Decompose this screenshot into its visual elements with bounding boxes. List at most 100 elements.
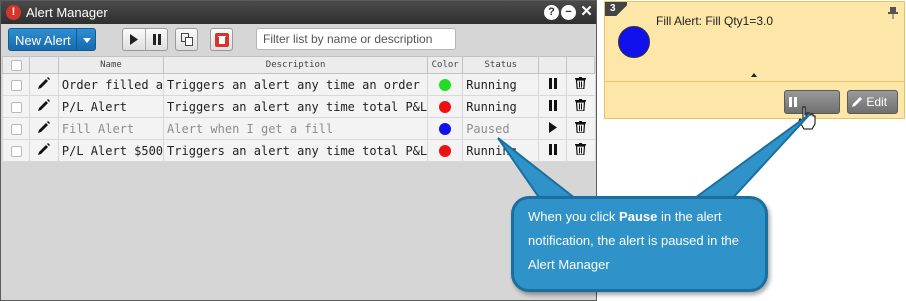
row-checkbox[interactable] <box>10 145 22 157</box>
alert-description: Triggers an alert any time an order <box>163 73 428 96</box>
select-all-header[interactable] <box>2 56 30 74</box>
expand-caret-icon[interactable] <box>751 73 757 77</box>
pause-alert-button[interactable] <box>538 73 567 96</box>
alert-color <box>427 139 463 162</box>
edit-button[interactable] <box>29 95 59 118</box>
close-icon[interactable]: ✕ <box>579 4 594 20</box>
color-dot <box>439 145 452 157</box>
play-icon <box>130 34 138 45</box>
pause-all-button[interactable] <box>145 29 167 50</box>
alert-rows: Order filled a Triggers an alert any time… <box>2 73 595 162</box>
alert-name: P/L Alert $500 <box>57 139 164 162</box>
alert-notification: 3 Fill Alert: Fill Qty1=3.0 Pause Edit <box>604 1 905 131</box>
alert-manager-window: ! Alert Manager ? − ✕ New Alert Filter l… <box>0 0 597 301</box>
new-alert-button[interactable]: New Alert <box>8 28 96 51</box>
table-row[interactable]: Order filled a Triggers an alert any time… <box>2 73 595 96</box>
alert-color <box>427 95 463 118</box>
play-all-button[interactable] <box>123 29 145 50</box>
notification-divider <box>605 81 904 82</box>
color-dot <box>439 123 452 135</box>
trash-icon <box>575 143 587 156</box>
alert-status: Running <box>462 73 539 96</box>
help-icon[interactable]: ? <box>544 5 559 20</box>
edit-button[interactable] <box>29 117 59 140</box>
search-input[interactable] <box>256 28 456 50</box>
empty-list-area <box>2 162 595 300</box>
edit-label: Edit <box>866 95 888 109</box>
pause-icon <box>548 143 558 158</box>
delete-alert-button[interactable] <box>566 95 595 118</box>
column-header-name[interactable]: Name <box>57 56 165 74</box>
callout-text-bold: Pause <box>619 209 658 224</box>
delete-alert-button[interactable] <box>566 139 595 162</box>
delete-button[interactable] <box>210 28 233 51</box>
row-checkbox[interactable] <box>10 101 22 113</box>
column-header-status[interactable]: Status <box>462 56 540 74</box>
window-title: Alert Manager <box>26 5 108 20</box>
alert-color <box>427 117 463 140</box>
row-select[interactable] <box>2 139 30 162</box>
pencil-icon <box>37 143 50 155</box>
table-row[interactable]: P/L Alert $500 Triggers an alert any time… <box>2 139 595 162</box>
hand-cursor-icon <box>798 106 816 130</box>
row-checkbox[interactable] <box>10 79 22 91</box>
table-row[interactable]: Fill Alert Alert when I get a fill Paused <box>2 117 595 140</box>
play-pause-group <box>122 28 168 51</box>
trash-icon <box>575 99 587 112</box>
notification-edit-button[interactable]: Edit <box>847 90 898 114</box>
alert-status: Paused <box>462 117 539 140</box>
resume-alert-button[interactable] <box>538 117 567 140</box>
pencil-icon <box>37 121 50 133</box>
row-checkbox[interactable] <box>10 123 22 135</box>
pause-icon <box>548 99 558 114</box>
copy-button[interactable] <box>175 28 198 51</box>
pause-icon <box>548 77 558 92</box>
alert-name: Fill Alert <box>57 117 164 140</box>
new-alert-label: New Alert <box>15 33 71 48</box>
pause-alert-button[interactable] <box>538 139 567 162</box>
pause-alert-button[interactable] <box>538 95 567 118</box>
play-icon <box>548 121 558 136</box>
pause-icon <box>152 34 161 45</box>
alert-color <box>427 73 463 96</box>
row-select[interactable] <box>2 95 30 118</box>
edit-button[interactable] <box>29 73 59 96</box>
delete-alert-button[interactable] <box>566 117 595 140</box>
action-column-header <box>538 56 568 74</box>
edit-button[interactable] <box>29 139 59 162</box>
pin-icon[interactable] <box>888 7 898 22</box>
delete-alert-button[interactable] <box>566 73 595 96</box>
column-header-description[interactable]: Description <box>163 56 429 74</box>
color-dot <box>439 101 452 113</box>
minimize-icon[interactable]: − <box>561 5 576 20</box>
alert-status: Running <box>462 95 539 118</box>
delete-column-header <box>566 56 595 74</box>
trash-icon <box>211 29 233 50</box>
column-header-color[interactable]: Color <box>427 56 464 74</box>
copy-icon <box>176 29 198 50</box>
trash-icon <box>575 121 587 134</box>
alert-description: Triggers an alert any time total P&L <box>163 139 428 162</box>
alert-status: Running <box>462 139 539 162</box>
callout-box: When you click Pause in the alert notifi… <box>511 196 768 292</box>
alert-description: Alert when I get a fill <box>163 117 428 140</box>
alert-icon: ! <box>6 5 21 20</box>
notification-title: Fill Alert: Fill Qty1=3.0 <box>656 14 774 28</box>
pencil-icon <box>37 99 50 111</box>
alert-name: P/L Alert <box>57 95 164 118</box>
callout-text-before: When you click <box>528 209 620 224</box>
alert-description: Triggers an alert any time total P&L <box>163 95 428 118</box>
new-alert-dropdown[interactable] <box>76 29 96 50</box>
pencil-icon <box>852 97 862 107</box>
table-row[interactable]: P/L Alert Triggers an alert any time tota… <box>2 95 595 118</box>
row-select[interactable] <box>2 117 30 140</box>
toolbar: New Alert <box>1 24 596 54</box>
row-select[interactable] <box>2 73 30 96</box>
table-header: Name Description Color Status <box>2 56 595 74</box>
notification-color-dot <box>618 26 650 58</box>
notification-number: 3 <box>605 2 627 16</box>
alert-name: Order filled a <box>57 73 164 96</box>
select-all-checkbox[interactable] <box>10 59 22 71</box>
edit-column-header <box>29 56 59 74</box>
alerts-table: Name Description Color Status Order fill… <box>2 56 595 162</box>
